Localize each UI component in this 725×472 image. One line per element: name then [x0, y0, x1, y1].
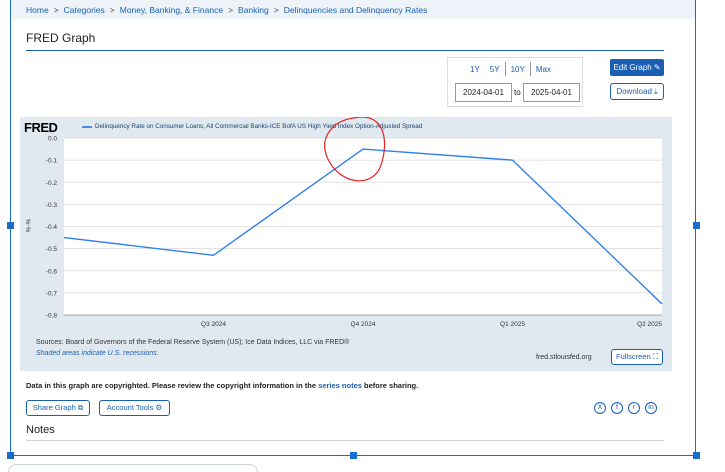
resize-handle-bottom-left[interactable]	[7, 452, 14, 459]
copyright-text: Data in this graph are copyrighted. Plea…	[26, 381, 317, 390]
breadcrumb-home[interactable]: Home	[26, 5, 49, 15]
recession-note[interactable]: Shaded areas indicate U.S. recessions.	[36, 350, 159, 357]
copyright-note: Data in this graph are copyrighted. Plea…	[26, 381, 418, 390]
y-tick-label: -0.4	[46, 224, 58, 231]
edit-icon: ✎	[653, 63, 661, 72]
site-label: fred.stlouisfed.org	[536, 354, 592, 361]
breadcrumb-sep: >	[228, 5, 234, 15]
line-chart[interactable]: 0.0 -0.1 -0.2 -0.3 -0.4 -0.5 -0.6 -0.7 -0.8 Q3 20…	[20, 117, 672, 337]
breadcrumb-sep: >	[53, 5, 59, 15]
resize-handle-bottom[interactable]	[350, 452, 357, 459]
range-5y-button[interactable]: 5Y	[485, 65, 505, 74]
series-notes-link[interactable]: series notes	[318, 381, 362, 390]
breadcrumb-sep: >	[273, 5, 279, 15]
y-tick-label: -0.7	[46, 290, 58, 297]
chart-grid	[64, 137, 662, 316]
social-links: X f r in	[594, 402, 657, 414]
resize-handle-right[interactable]	[693, 222, 700, 229]
start-date-input[interactable]: 2024-04-01	[455, 83, 512, 102]
download-icon: ⤓	[654, 87, 658, 96]
title-divider	[26, 50, 664, 51]
account-tools-button[interactable]: Account Tools ⚙	[99, 400, 170, 416]
account-tools-label: Account Tools	[106, 403, 154, 412]
y-tick-label: 0.0	[48, 136, 57, 143]
breadcrumb-money[interactable]: Money, Banking, & Finance	[120, 5, 223, 15]
y-tick-label: -0.1	[46, 158, 58, 165]
breadcrumb-categories[interactable]: Categories	[64, 5, 105, 15]
copyright-text-end: before sharing.	[364, 381, 419, 390]
y-tick-label: -0.8	[46, 313, 58, 320]
y-tick-label: -0.2	[46, 180, 58, 187]
range-1y-button[interactable]: 1Y	[465, 65, 485, 74]
user-gear-icon: ⚙	[155, 403, 163, 412]
page-title: FRED Graph	[26, 31, 96, 45]
fullscreen-icon: ⛶	[652, 352, 658, 361]
x-tick-label: Q3 2024	[201, 321, 226, 328]
x-tick-label: Q1 2025	[500, 321, 525, 328]
notes-divider	[26, 440, 664, 441]
edit-graph-label: Edit Graph	[613, 63, 652, 72]
share-graph-label: Share Graph	[32, 403, 76, 412]
y-tick-label: -0.5	[46, 246, 58, 253]
breadcrumb-banking[interactable]: Banking	[238, 5, 269, 15]
download-button[interactable]: Download ⤓	[610, 83, 664, 100]
notes-heading: Notes	[26, 424, 55, 436]
end-date-input[interactable]: 2025-04-01	[523, 83, 580, 102]
share-icon: ⧉	[77, 403, 84, 412]
sources-note: Sources: Board of Governors of the Feder…	[36, 339, 350, 346]
facebook-icon[interactable]: f	[611, 402, 623, 414]
y-tick-label: -0.3	[46, 202, 58, 209]
fullscreen-button[interactable]: Fullscreen ⛶	[611, 349, 663, 365]
breadcrumb-delinquencies[interactable]: Delinquencies and Delinquency Rates	[284, 5, 428, 15]
date-to-label: to	[514, 88, 521, 97]
reddit-icon[interactable]: r	[628, 402, 640, 414]
linkedin-icon[interactable]: in	[645, 402, 657, 414]
x-icon[interactable]: X	[594, 402, 606, 414]
x-tick-label: Q2 2025	[637, 321, 662, 328]
download-label: Download	[616, 87, 652, 96]
breadcrumb-sep: >	[109, 5, 115, 15]
resize-handle-left[interactable]	[7, 222, 14, 229]
resize-handle-bottom-right[interactable]	[693, 452, 700, 459]
share-graph-button[interactable]: Share Graph ⧉	[26, 400, 90, 416]
edit-graph-button[interactable]: Edit Graph ✎	[610, 59, 664, 76]
breadcrumb: Home > Categories > Money, Banking, & Financ…	[26, 5, 427, 15]
bottom-panel-edge	[8, 464, 258, 472]
fullscreen-label: Fullscreen	[616, 352, 651, 361]
x-tick-label: Q4 2024	[351, 321, 376, 328]
range-10y-button[interactable]: 10Y	[506, 65, 530, 74]
range-buttons: 1Y 5Y 10Y Max	[465, 62, 556, 76]
y-tick-label: -0.6	[46, 268, 58, 275]
range-max-button[interactable]: Max	[531, 65, 556, 74]
